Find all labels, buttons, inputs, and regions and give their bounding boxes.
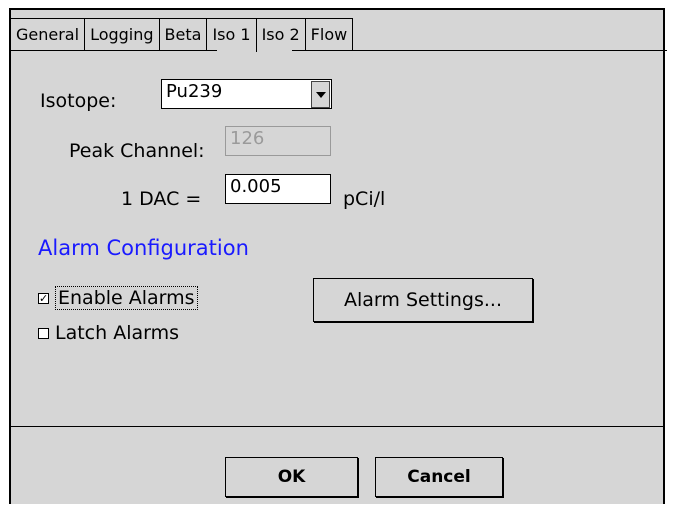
tab-flow[interactable]: Flow	[305, 18, 354, 51]
tab-iso-2[interactable]: Iso 2	[256, 18, 306, 51]
chevron-down-icon	[315, 91, 326, 98]
enable-alarms-checkbox-row[interactable]: ✓ Enable Alarms	[38, 286, 198, 310]
dropdown-arrow-button[interactable]	[311, 81, 330, 108]
enable-alarms-label: Enable Alarms	[55, 286, 198, 310]
tab-iso-1[interactable]: Iso 1	[207, 18, 257, 52]
cancel-button[interactable]: Cancel	[375, 457, 503, 497]
dialog-frame: General Logging Beta Iso 1 Iso 2 Flow Is…	[9, 8, 667, 504]
isotope-value: Pu239	[166, 81, 223, 102]
dac-input[interactable]: 0.005	[225, 174, 331, 204]
latch-alarms-checkbox-row[interactable]: Latch Alarms	[38, 322, 179, 344]
tab-beta[interactable]: Beta	[159, 18, 208, 51]
enable-alarms-checkbox[interactable]: ✓	[38, 292, 49, 304]
tab-general[interactable]: General	[11, 18, 86, 51]
tab-bar: General Logging Beta Iso 1 Iso 2 Flow	[11, 18, 354, 52]
dac-label: 1 DAC =	[121, 188, 202, 210]
peak-channel-label: Peak Channel:	[69, 140, 205, 162]
ok-button[interactable]: OK	[225, 457, 358, 497]
tab-divider-right	[292, 50, 667, 51]
footer-divider	[11, 426, 663, 427]
latch-alarms-checkbox[interactable]	[38, 327, 49, 339]
dac-unit: pCi/l	[343, 188, 386, 210]
latch-alarms-label: Latch Alarms	[55, 322, 180, 344]
isotope-label: Isotope:	[40, 90, 117, 112]
alarm-settings-button[interactable]: Alarm Settings...	[313, 278, 533, 322]
peak-channel-field: 126	[225, 126, 331, 156]
tab-divider-left	[11, 50, 217, 51]
isotope-combo[interactable]: Pu239	[161, 79, 332, 109]
tab-logging[interactable]: Logging	[85, 18, 160, 51]
alarm-configuration-heading: Alarm Configuration	[38, 236, 249, 260]
